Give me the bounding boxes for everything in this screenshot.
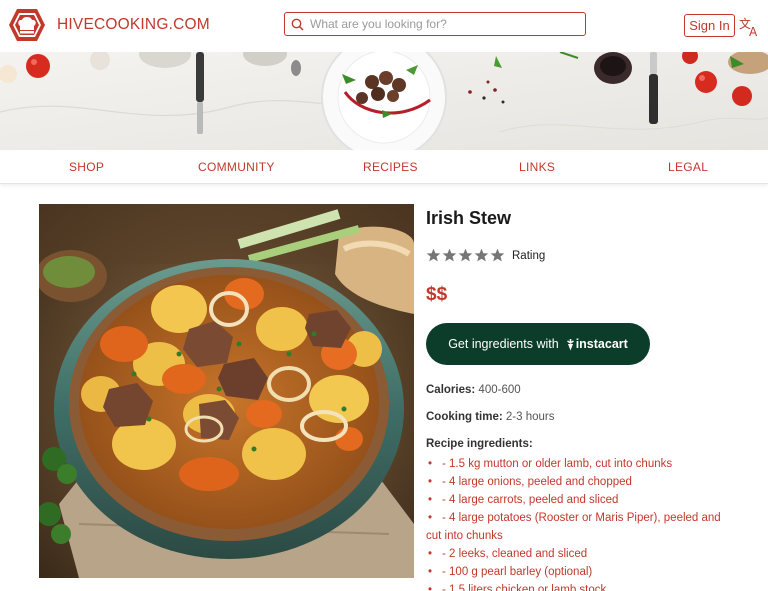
ingredient-item: - 4 large onions, peeled and chopped [426,473,726,491]
ingredient-item: - 100 g pearl barley (optional) [426,563,726,581]
rating-label: Rating [512,249,546,262]
nav-item-legal[interactable]: LEGAL [668,160,708,174]
star-rating[interactable]: Rating [426,248,545,263]
calories-label: Calories: [426,384,476,396]
nav-item-shop[interactable]: SHOP [69,160,104,174]
search-bar[interactable] [284,12,586,36]
ingredients-heading: Recipe ingredients: [426,438,533,450]
search-input[interactable] [310,17,570,31]
nav-item-community[interactable]: COMMUNITY [198,160,275,174]
translate-icon[interactable]: 文 A [739,15,761,37]
sign-in-button[interactable]: Sign In [684,14,735,37]
search-icon [291,18,304,31]
recipe-title: Irish Stew [426,208,512,228]
site-name: HIVECOOKING.COM [57,16,210,33]
star-icon [426,248,441,262]
star-icon [458,248,473,262]
hero-banner [0,52,768,150]
ingredient-item: - 1.5 liters chicken or lamb stock [426,581,726,591]
price-level: $$ [426,284,448,305]
instacart-button-label: Get ingredients with [448,337,559,351]
instacart-brand: instacart [565,337,628,351]
irish-stew-photo [39,204,414,578]
chef-hat-hexagon-icon [9,9,45,41]
star-icon [474,248,489,262]
recipe-image [39,204,414,578]
ingredients-list: - 1.5 kg mutton or older lamb, cut into … [426,455,726,591]
carrot-icon [566,338,574,350]
svg-text:A: A [749,25,758,37]
instacart-brand-text: instacart [575,337,628,351]
calories-value: 400-600 [478,384,521,396]
cooking-time-value: 2-3 hours [505,411,555,423]
hero-kitchen-illustration [0,52,768,150]
main-nav: SHOP COMMUNITY RECIPES LINKS LEGAL [0,150,768,184]
nav-item-links[interactable]: LINKS [519,160,555,174]
instacart-button[interactable]: Get ingredients with instacart [426,323,650,365]
top-bar: HIVECOOKING.COM Sign In 文 A [0,0,768,52]
ingredient-item: - 4 large potatoes (Rooster or Maris Pip… [426,509,726,545]
star-icon [442,248,457,262]
star-icon [490,248,505,262]
calories-row: Calories: 400-600 [426,384,521,396]
ingredient-item: - 2 leeks, cleaned and sliced [426,545,726,563]
cooking-time-row: Cooking time: 2-3 hours [426,411,554,423]
ingredient-item: - 4 large carrots, peeled and sliced [426,491,726,509]
ingredient-item: - 1.5 kg mutton or older lamb, cut into … [426,455,726,473]
nav-item-recipes[interactable]: RECIPES [363,160,418,174]
site-logo[interactable]: HIVECOOKING.COM [8,8,210,42]
cooking-time-label: Cooking time: [426,411,503,423]
